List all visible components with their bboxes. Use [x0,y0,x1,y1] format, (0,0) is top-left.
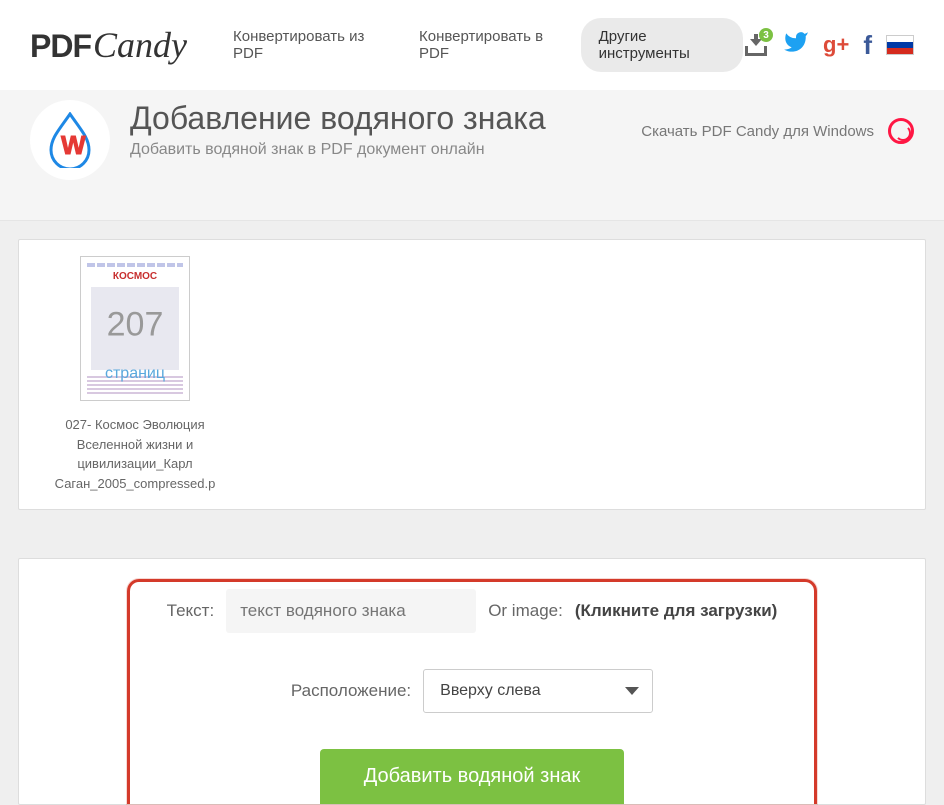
thumb-doc-title: КОСМОС [81,271,189,282]
facebook-icon[interactable]: f [863,30,872,61]
page-count: 207 [107,305,164,344]
twitter-icon[interactable] [783,29,809,62]
header: PDF Candy Конвертировать из PDF Конверти… [0,0,944,90]
download-windows-link[interactable]: Скачать PDF Candy для Windows [641,123,874,140]
nav-other-tools[interactable]: Другие инструменты [581,18,743,72]
watermark-tool-icon: W [30,100,110,180]
form-section: Текст: Or image: (Кликните для загрузки)… [0,528,944,805]
page-count-label: страниц [105,365,165,383]
or-image-label: Or image: [488,601,563,621]
position-select[interactable]: Вверху слева [423,669,653,713]
language-flag-russian[interactable] [886,35,914,55]
file-box: КОСМОС 207 страниц 027- Космос Эволюция … [18,239,926,510]
text-row: Текст: Or image: (Кликните для загрузки) [39,589,905,633]
watermark-text-input[interactable] [226,589,476,633]
page-subtitle: Добавить водяной знак в PDF документ онл… [130,141,546,159]
logo[interactable]: PDF Candy [30,24,187,66]
nav-convert-from-pdf[interactable]: Конвертировать из PDF [215,18,397,72]
header-right: 3 g+ f [743,29,914,62]
file-name: 027- Космос Эволюция Вселенной жизни и ц… [35,415,235,493]
svg-text:W: W [61,130,86,160]
submit-row: Добавить водяной знак [39,749,905,804]
download-icon[interactable]: 3 [743,32,769,58]
page-title-section: W Добавление водяного знака Добавить вод… [0,90,944,221]
download-badge: 3 [759,28,773,42]
position-label: Расположение: [291,681,411,701]
file-section: КОСМОС 207 страниц 027- Космос Эволюция … [0,221,944,528]
position-row: Расположение: Вверху слева [39,669,905,713]
logo-pdf-text: PDF [30,28,91,65]
position-select-wrap[interactable]: Вверху слева [423,669,653,713]
form-box: Текст: Or image: (Кликните для загрузки)… [18,558,926,805]
add-watermark-button[interactable]: Добавить водяной знак [320,749,625,804]
page-title: Добавление водяного знака [130,100,546,137]
google-plus-icon[interactable]: g+ [823,32,849,58]
swirl-icon[interactable] [888,118,914,144]
title-right: Скачать PDF Candy для Windows [641,100,914,144]
text-label: Текст: [167,601,215,621]
logo-candy-text: Candy [93,24,187,66]
page-title-text: Добавление водяного знака Добавить водян… [130,100,546,159]
upload-image-link[interactable]: (Кликните для загрузки) [575,601,777,621]
main-nav: Конвертировать из PDF Конвертировать в P… [215,18,743,72]
file-thumbnail: КОСМОС 207 страниц [80,256,190,401]
nav-convert-to-pdf[interactable]: Конвертировать в PDF [401,18,577,72]
file-thumbnail-wrap[interactable]: КОСМОС 207 страниц 027- Космос Эволюция … [35,256,235,493]
